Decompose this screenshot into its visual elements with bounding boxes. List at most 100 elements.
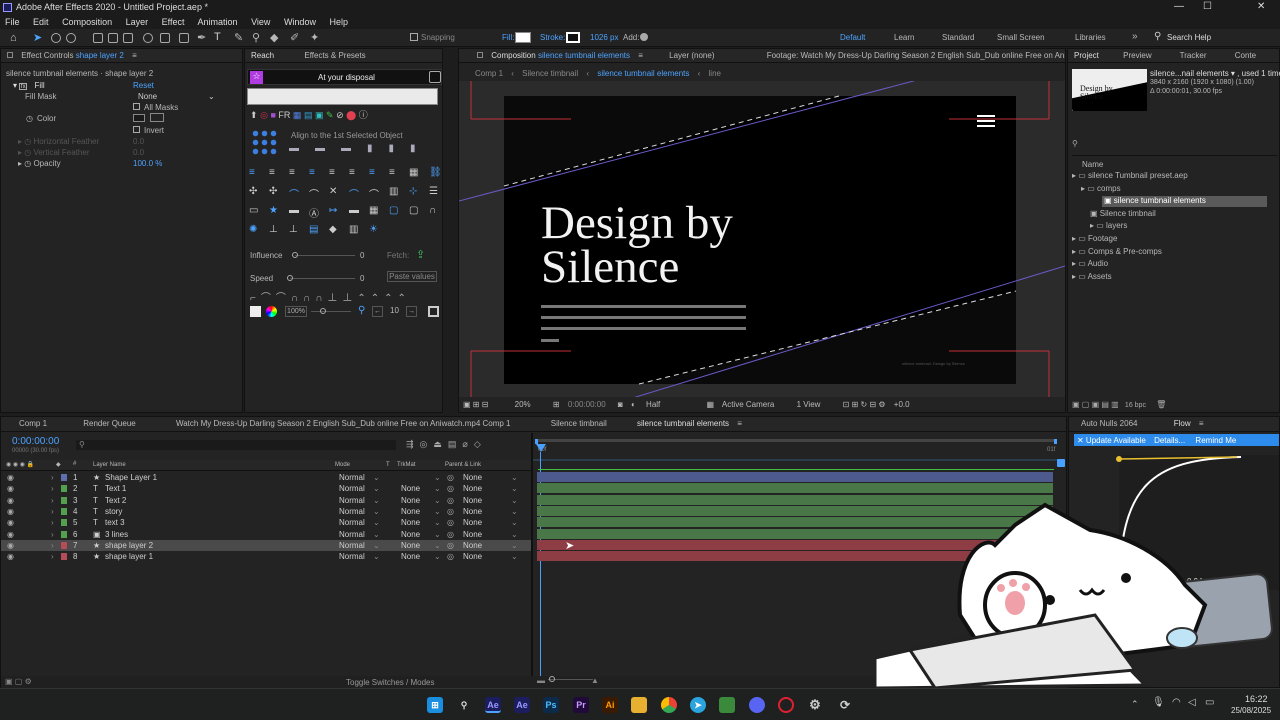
viewer-toggles-icon[interactable]: ▣ ⊞ ⊟ — [463, 400, 488, 409]
reach-tool-icon[interactable]: ≡ — [249, 167, 255, 178]
bookmark-icon[interactable]: ■ — [270, 110, 275, 120]
workspace-overflow-icon[interactable]: » — [1132, 31, 1138, 42]
pin-icon[interactable]: ⚲ — [358, 305, 365, 316]
selection-tool-icon[interactable]: ➤ — [33, 31, 42, 44]
reset-link[interactable]: Reset — [133, 81, 154, 90]
composition-tab-label[interactable]: Composition — [491, 51, 535, 60]
reach-tool-icon[interactable]: ☀ — [369, 224, 378, 235]
search-help-input[interactable]: Search Help — [1167, 33, 1211, 42]
step-value[interactable]: 10 — [390, 306, 399, 315]
reach-tool-icon[interactable]: Ⓐ — [309, 205, 319, 220]
reach-tool-icon[interactable]: ▢ — [409, 205, 418, 216]
menu-effect[interactable]: Effect — [162, 17, 185, 27]
fill-effect-row[interactable]: ▾ fx Fill — [13, 81, 45, 90]
eyedropper-icon[interactable] — [150, 113, 164, 122]
menu-composition[interactable]: Composition — [62, 17, 112, 27]
after-effects-taskbar-icon-2[interactable]: Ae — [514, 697, 530, 713]
reach-tool-icon[interactable]: ▤ — [309, 224, 318, 235]
reach-tool-icon[interactable]: ⌒ — [289, 186, 299, 201]
exposure-value[interactable]: +0.0 — [894, 400, 910, 409]
resolution-dropdown[interactable]: Half — [646, 400, 660, 409]
home-icon[interactable]: ⌂ — [10, 32, 17, 44]
reach-tool-icon[interactable]: ⌒ — [369, 186, 379, 201]
project-tree-item[interactable]: ▸ ▭ Audio — [1068, 259, 1279, 270]
col-mode[interactable]: Mode — [335, 462, 350, 468]
reach-settings-icon[interactable] — [429, 71, 441, 83]
clone-stamp-tool-icon[interactable]: ⚲ — [252, 31, 260, 44]
dolly-tool-icon[interactable] — [123, 33, 133, 43]
tab-comp-1[interactable]: Comp 1 — [19, 419, 47, 428]
trash-icon[interactable]: 🗑 — [1156, 400, 1166, 409]
mic-icon[interactable]: 🎙 — [1152, 697, 1165, 708]
tab-reach[interactable]: Reach — [251, 51, 274, 60]
opacity-value[interactable]: 100.0 % — [133, 159, 162, 168]
comp-viewer-canvas[interactable]: Design by Silence silence tumbnail, Desi… — [459, 81, 1065, 397]
nav-silence-timbnail[interactable]: Silence timbnail — [522, 69, 578, 78]
project-tree-item[interactable]: ▸ ▭ Comps & Pre-comps — [1068, 247, 1279, 258]
composition-tab-name[interactable]: silence tumbnail elements — [538, 51, 630, 60]
reach-tool-icon[interactable]: ⌒ — [309, 186, 319, 201]
influence-slider-handle[interactable] — [292, 252, 298, 258]
tab-silence-timbnail[interactable]: Silence timbnail — [551, 419, 607, 428]
tab-tracker[interactable]: Tracker — [1180, 51, 1207, 60]
influence-slider[interactable] — [295, 255, 355, 256]
reach-tool-icon[interactable]: ▥ — [349, 224, 358, 235]
frame-icon[interactable] — [428, 306, 439, 317]
speed-value[interactable]: 0 — [360, 274, 364, 283]
grid-icon[interactable]: ▦ — [293, 110, 302, 120]
illustrator-taskbar-icon[interactable]: Ai — [602, 697, 618, 713]
layer-duration-bar[interactable] — [537, 483, 1053, 494]
workspace-default[interactable]: Default — [840, 33, 865, 42]
hand-tool-icon[interactable] — [51, 33, 61, 43]
white-swatch[interactable] — [250, 306, 261, 317]
reach-tool-icon[interactable]: ✣ — [249, 186, 257, 197]
influence-value[interactable]: 0 — [360, 251, 364, 260]
brush-tool-icon[interactable]: ✎ — [234, 31, 243, 44]
project-tree-item[interactable]: ▸ ▭ comps — [1068, 184, 1279, 195]
reach-search-input[interactable] — [247, 88, 438, 105]
reach-tool-icon[interactable]: ⊥ — [269, 224, 278, 235]
record-icon[interactable]: ◎ — [260, 110, 268, 120]
fill-swatch[interactable] — [515, 32, 531, 43]
reach-tool-icon[interactable]: ▬ — [289, 205, 299, 216]
timeline-timecode[interactable]: 0:00:00:00 — [12, 436, 59, 447]
puppet-tool-icon[interactable]: ✦ — [310, 31, 319, 44]
tab-preview[interactable]: Preview — [1123, 51, 1151, 60]
layer-tab[interactable]: Layer (none) — [669, 51, 714, 60]
photoshop-taskbar-icon[interactable]: Ps — [543, 697, 559, 713]
reach-tool-icon[interactable]: ≡ — [369, 167, 375, 178]
app-icon-7[interactable] — [719, 697, 735, 713]
snapping-checkbox[interactable] — [410, 33, 418, 41]
grid-toggle-icon[interactable]: ⊞ — [553, 400, 560, 409]
bpc-label[interactable]: 16 bpc — [1125, 402, 1146, 409]
effect-controls-tab[interactable]: Effect Controls shape layer 2 ≡ — [1, 49, 242, 63]
paste-values-button[interactable]: Paste values — [387, 271, 437, 282]
discord-icon[interactable] — [749, 697, 765, 713]
rectangle-tool-icon[interactable] — [179, 33, 189, 43]
decrease-button[interactable]: ← — [372, 306, 383, 317]
layers-icon[interactable]: ▤ — [304, 110, 313, 120]
type-tool-icon[interactable]: T — [214, 31, 221, 43]
reach-tool-icon[interactable]: ▢ — [389, 205, 398, 216]
workspace-small-screen[interactable]: Small Screen — [997, 33, 1045, 42]
menu-window[interactable]: Window — [284, 17, 316, 27]
reach-tool-icon[interactable]: ≡ — [309, 167, 315, 178]
minimize-button[interactable]: — — [1174, 1, 1184, 12]
add-label[interactable]: Add: — [623, 33, 639, 42]
slash-icon[interactable]: ⊘ — [336, 110, 344, 120]
tab-auto-nulls[interactable]: Auto Nulls 2064 — [1081, 419, 1137, 428]
timeline-switch-icons[interactable]: ⇶◎⏏▤⌀◇ — [406, 439, 487, 450]
add-icon[interactable] — [640, 33, 648, 41]
pen-tool-icon[interactable]: ✒ — [197, 31, 206, 44]
timeline-footer-icons[interactable]: ▣ ▢ ⚙ — [5, 677, 32, 686]
playhead-handle[interactable] — [536, 444, 546, 452]
reach-tool-icon[interactable]: ▦ — [409, 167, 418, 178]
reach-tool-icon[interactable]: ⊥ — [289, 224, 298, 235]
reach-tool-icon[interactable]: ≡ — [349, 167, 355, 178]
wifi-icon[interactable]: ◠ — [1172, 697, 1181, 708]
timeline-search-input[interactable]: ⚲ — [76, 440, 396, 450]
pen-icon[interactable]: ✎ — [326, 110, 334, 120]
reach-tool-icon[interactable]: ⊹ — [409, 186, 417, 197]
eraser-tool-icon[interactable]: ◆ — [270, 31, 278, 44]
info-icon[interactable]: ⓘ — [359, 110, 368, 120]
